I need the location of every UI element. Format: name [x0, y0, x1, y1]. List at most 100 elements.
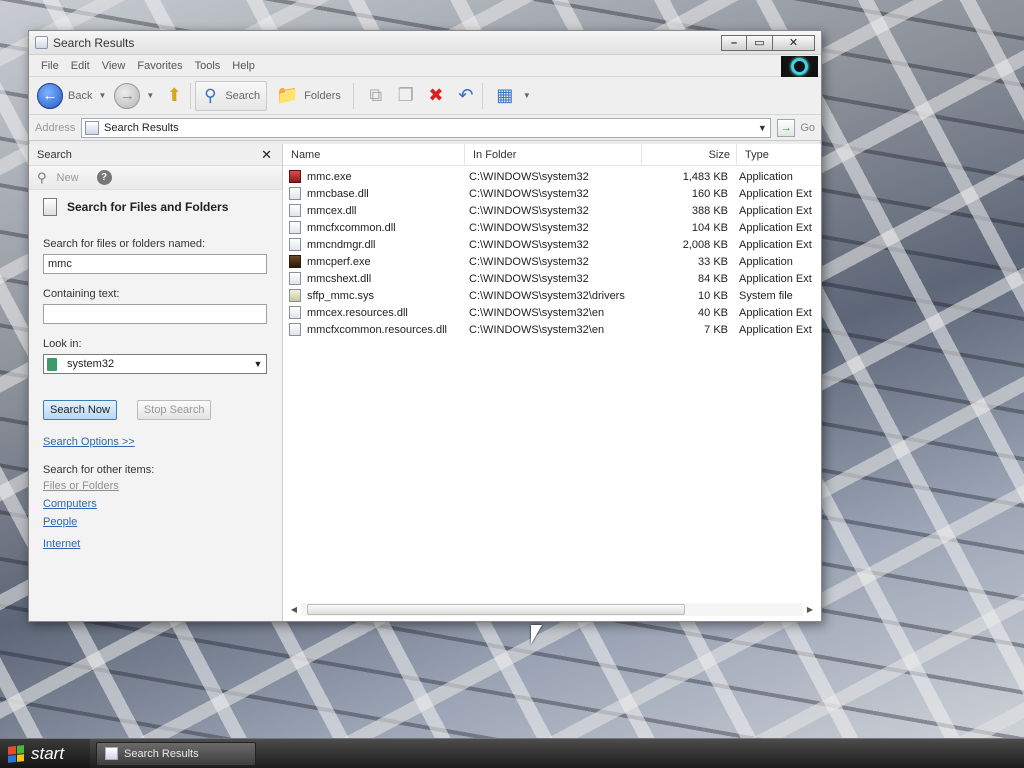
file-size: 160 KB: [691, 187, 728, 200]
menu-edit[interactable]: Edit: [65, 60, 96, 72]
file-type: Application: [739, 255, 793, 268]
copy-to-icon[interactable]: ❐: [394, 84, 418, 108]
file-type: Application Ext: [739, 272, 812, 285]
start-button[interactable]: start: [0, 738, 90, 768]
computers-link[interactable]: Computers: [43, 498, 268, 510]
files-or-folders-link[interactable]: Files or Folders: [43, 480, 268, 492]
delete-icon[interactable]: ✖: [424, 84, 448, 108]
close-button[interactable]: ✕: [773, 34, 815, 51]
file-name-cell: mmcbase.dll: [283, 187, 465, 200]
file-folder: C:\WINDOWS\system32: [469, 187, 589, 200]
search-options-link[interactable]: Search Options >>: [43, 436, 268, 448]
help-icon[interactable]: ?: [96, 170, 112, 185]
move-to-icon[interactable]: ⧉: [364, 84, 388, 108]
file-name: mmcex.dll: [307, 204, 357, 217]
file-name-cell: mmc.exe: [283, 170, 465, 183]
table-row[interactable]: mmcbase.dll C:\WINDOWS\system32 160 KB A…: [283, 185, 821, 202]
table-row[interactable]: mmcfxcommon.dll C:\WINDOWS\system32 104 …: [283, 219, 821, 236]
scroll-right-icon[interactable]: ▶: [803, 605, 817, 614]
table-row[interactable]: mmcex.resources.dll C:\WINDOWS\system32\…: [283, 304, 821, 321]
search-pane-body: Search for Files and Folders Search for …: [29, 198, 282, 550]
file-folder: C:\WINDOWS\system32: [469, 272, 589, 285]
minimize-button[interactable]: –: [721, 34, 747, 51]
file-folder: C:\WINDOWS\system32\en: [469, 323, 605, 336]
dll-file-icon: [289, 221, 301, 234]
forward-dropdown-icon[interactable]: ▼: [146, 91, 154, 100]
close-pane-icon[interactable]: ✕: [261, 147, 272, 163]
file-type: Application Ext: [739, 187, 812, 200]
file-name: mmcfxcommon.resources.dll: [307, 323, 447, 336]
column-in-folder[interactable]: In Folder: [465, 144, 642, 165]
forward-button[interactable]: → ▼: [114, 82, 154, 109]
new-search-button[interactable]: ⚲ New: [37, 170, 79, 186]
scroll-track[interactable]: [301, 603, 803, 616]
search-button[interactable]: ⚲ Search: [195, 80, 268, 111]
file-name: sffp_mmc.sys: [307, 289, 375, 302]
file-size: 33 KB: [698, 255, 728, 268]
file-size: 388 KB: [691, 204, 728, 217]
scroll-thumb[interactable]: [307, 604, 685, 615]
taskbar-item-label: Search Results: [124, 747, 199, 760]
table-row[interactable]: mmcperf.exe C:\WINDOWS\system32 33 KB Ap…: [283, 253, 821, 270]
table-row[interactable]: mmcfxcommon.resources.dll C:\WINDOWS\sys…: [283, 321, 821, 338]
horizontal-scrollbar[interactable]: ◀ ▶: [287, 602, 817, 617]
back-button[interactable]: ← Back ▼: [37, 82, 106, 109]
table-row[interactable]: mmcshext.dll C:\WINDOWS\system32 84 KB A…: [283, 270, 821, 287]
views-icon[interactable]: ▦: [493, 84, 517, 108]
file-name-cell: mmcshext.dll: [283, 272, 465, 285]
menu-favorites[interactable]: Favorites: [131, 60, 188, 72]
mouse-cursor-icon: [531, 625, 542, 644]
file-folder: C:\WINDOWS\system32: [469, 221, 589, 234]
windows-logo-icon: [781, 56, 818, 77]
stop-search-button[interactable]: Stop Search: [136, 400, 212, 420]
folders-button[interactable]: 📁 Folders: [275, 84, 341, 108]
file-name-cell: sffp_mmc.sys: [283, 289, 465, 302]
file-size: 2,008 KB: [682, 238, 728, 251]
file-type: Application Ext: [739, 221, 812, 234]
file-name: mmc.exe: [307, 170, 352, 183]
table-row[interactable]: mmcex.dll C:\WINDOWS\system32 388 KB App…: [283, 202, 821, 219]
table-row[interactable]: mmc.exe C:\WINDOWS\system32 1,483 KB App…: [283, 168, 821, 185]
dll-file-icon: [289, 272, 301, 285]
file-name-cell: mmcex.dll: [283, 204, 465, 217]
taskbar-item-search-results[interactable]: Search Results: [96, 741, 256, 766]
go-button[interactable]: → Go: [777, 118, 815, 137]
title-bar[interactable]: Search Results – ▭ ✕: [29, 31, 821, 55]
file-size: 84 KB: [698, 272, 728, 285]
menu-file[interactable]: File: [35, 60, 65, 72]
column-type[interactable]: Type: [737, 144, 821, 165]
file-folder: C:\WINDOWS\system32: [469, 204, 589, 217]
go-arrow-icon: →: [777, 118, 796, 137]
undo-icon[interactable]: ↶: [454, 84, 478, 108]
new-label: New: [56, 171, 79, 184]
window-controls: – ▭ ✕: [721, 34, 815, 51]
up-folder-icon[interactable]: ⬆: [162, 84, 186, 108]
look-in-select[interactable]: system32 ▼: [43, 354, 267, 374]
table-row[interactable]: sffp_mmc.sys C:\WINDOWS\system32\drivers…: [283, 287, 821, 304]
menu-tools[interactable]: Tools: [189, 60, 227, 72]
folders-label: Folders: [304, 89, 341, 102]
named-label: Search for files or folders named:: [43, 238, 206, 250]
table-row[interactable]: mmcndmgr.dll C:\WINDOWS\system32 2,008 K…: [283, 236, 821, 253]
column-size[interactable]: Size: [642, 144, 737, 165]
containing-text-input[interactable]: [43, 304, 267, 324]
maximize-button[interactable]: ▭: [747, 34, 773, 51]
back-dropdown-icon[interactable]: ▼: [98, 91, 106, 100]
look-in-label: Look in:: [43, 338, 82, 350]
people-link[interactable]: People: [43, 516, 268, 528]
explorer-window: Search Results – ▭ ✕ File Edit View Favo…: [28, 30, 822, 622]
dll-file-icon: [289, 204, 301, 217]
menu-help[interactable]: Help: [226, 60, 261, 72]
menu-view[interactable]: View: [96, 60, 132, 72]
toolbar-separator: [352, 82, 354, 109]
search-now-button[interactable]: Search Now: [43, 400, 117, 420]
scroll-left-icon[interactable]: ◀: [287, 605, 301, 614]
address-dropdown-icon[interactable]: ▼: [754, 123, 770, 133]
views-dropdown-icon[interactable]: ▼: [523, 91, 531, 100]
internet-link[interactable]: Internet: [43, 538, 268, 550]
address-input[interactable]: Search Results ▼: [81, 117, 772, 138]
file-type: Application Ext: [739, 306, 812, 319]
column-name[interactable]: Name: [283, 144, 465, 165]
search-results-icon: [105, 747, 118, 760]
file-name-input[interactable]: mmc: [43, 254, 267, 274]
